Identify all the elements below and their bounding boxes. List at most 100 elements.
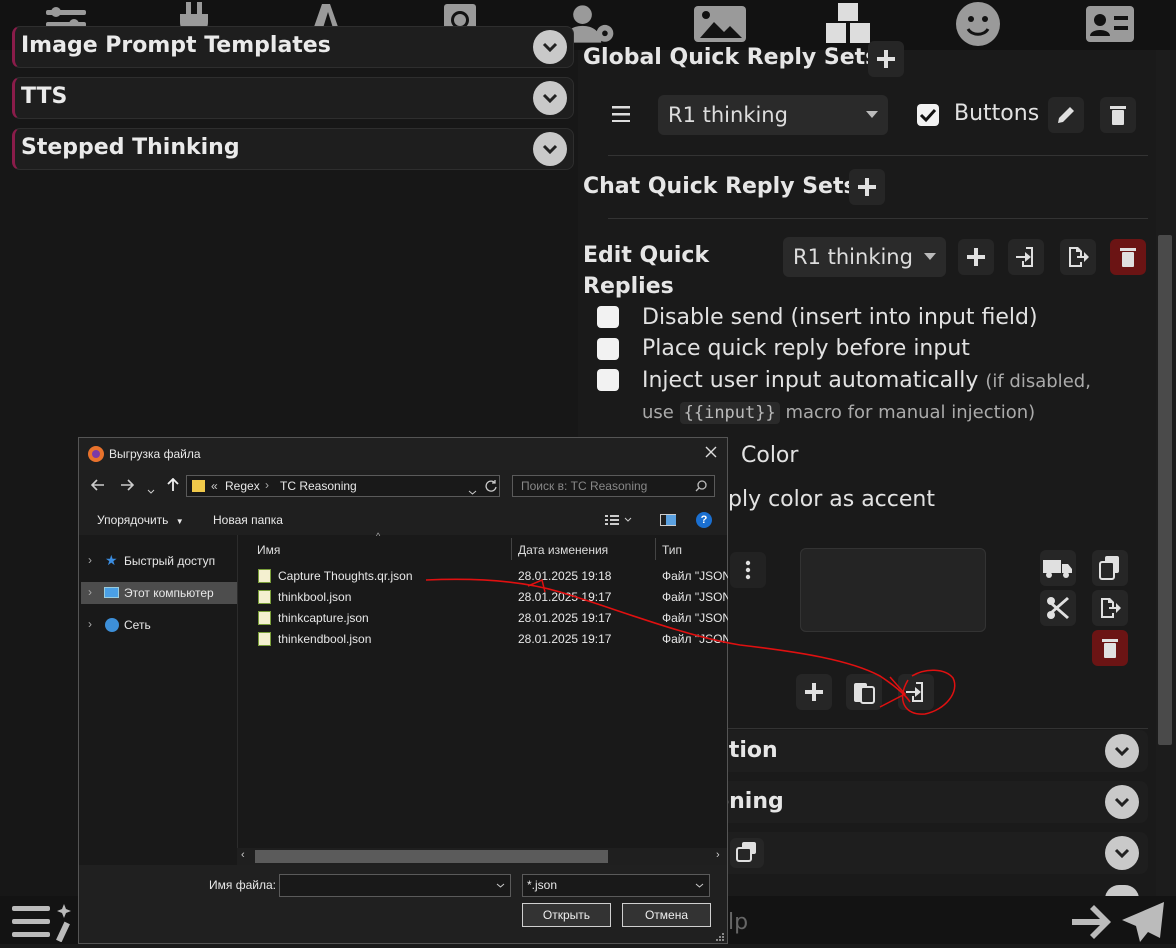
cut-entry-icon[interactable]: [1040, 590, 1076, 626]
add-quick-reply-button[interactable]: [796, 674, 832, 710]
file-row[interactable]: thinkcapture.json 28.01.2025 19:17 Файл …: [238, 608, 728, 629]
export-entry-icon[interactable]: [1092, 590, 1128, 626]
move-entry-icon[interactable]: [1040, 550, 1076, 586]
nav-item-this-pc[interactable]: › Этот компьютер: [81, 582, 237, 604]
drag-handle-icon[interactable]: [612, 106, 630, 126]
more-options-icon[interactable]: [730, 552, 766, 588]
drawer-stepped-thinking[interactable]: Stepped Thinking: [12, 128, 574, 170]
drawer-image-prompt-templates[interactable]: Image Prompt Templates: [12, 26, 574, 68]
firefox-icon: [88, 446, 104, 462]
edit-set-select[interactable]: R1 thinking: [783, 237, 946, 277]
up-arrow-icon[interactable]: [167, 477, 179, 495]
chevron-down-icon[interactable]: [1105, 785, 1139, 819]
smiley-icon[interactable]: [950, 2, 1006, 46]
file-type-filter[interactable]: *.json: [522, 874, 710, 897]
chevron-down-icon: ▼: [175, 517, 184, 526]
filename-input[interactable]: [279, 874, 511, 897]
resize-grip-icon[interactable]: [715, 931, 725, 941]
global-set-select[interactable]: R1 thinking: [658, 95, 888, 135]
inject-input-checkbox[interactable]: [597, 369, 619, 391]
expand-chevron-icon[interactable]: ›: [88, 553, 92, 567]
refresh-icon[interactable]: [485, 480, 497, 495]
cancel-button[interactable]: Отмена: [622, 903, 711, 927]
quick-reply-message-textarea[interactable]: [800, 548, 986, 632]
expand-chevron-icon[interactable]: ›: [88, 617, 92, 631]
drawer-tts[interactable]: TTS: [12, 77, 574, 119]
path-segment-tc-reasoning[interactable]: TC Reasoning: [280, 479, 357, 493]
nav-item-network[interactable]: › Сеть: [79, 614, 237, 636]
copy-icon: [730, 838, 764, 868]
inject-input-hint-line2: use {{input}} macro for manual injection…: [642, 402, 1035, 424]
export-set-button[interactable]: [1060, 239, 1096, 275]
column-header-date[interactable]: Дата изменения: [518, 543, 608, 557]
add-global-set-button[interactable]: [868, 41, 904, 77]
continue-arrow-icon[interactable]: [1070, 904, 1112, 944]
column-header-name[interactable]: Имя: [257, 543, 280, 557]
inject-input-label: Inject user input automatically (if disa…: [642, 368, 1091, 393]
file-type: Файл "JSON: [662, 569, 728, 583]
chevron-down-icon[interactable]: [533, 81, 567, 115]
column-divider[interactable]: [655, 538, 656, 560]
dialog-footer: Имя файла: *.json Открыть Отмена: [79, 865, 727, 943]
import-set-button[interactable]: [1008, 239, 1044, 275]
new-folder-button[interactable]: Новая папка: [213, 513, 283, 527]
edit-set-button[interactable]: [1048, 97, 1084, 133]
chevron-down-icon[interactable]: [1105, 836, 1139, 870]
send-icon[interactable]: [1120, 900, 1166, 948]
navigation-pane: › ★ Быстрый доступ › Этот компьютер › Се…: [79, 535, 237, 865]
input-macro-code: {{input}}: [679, 402, 780, 424]
help-icon[interactable]: ?: [696, 512, 712, 528]
horizontal-scrollbar-thumb[interactable]: [255, 850, 608, 863]
place-before-input-checkbox[interactable]: [597, 338, 619, 360]
file-date: 28.01.2025 19:17: [518, 632, 612, 646]
background-image-icon[interactable]: [692, 2, 748, 46]
paste-quick-reply-button[interactable]: [846, 674, 882, 710]
forward-arrow-icon[interactable]: [120, 479, 135, 494]
address-bar[interactable]: « Regex › TC Reasoning: [186, 475, 500, 497]
edit-quick-replies-title-line2: Replies: [583, 274, 674, 299]
path-overflow[interactable]: «: [211, 479, 218, 493]
scroll-right-icon[interactable]: ›: [716, 849, 720, 861]
back-arrow-icon[interactable]: [90, 479, 105, 494]
recent-chevron-icon[interactable]: [147, 483, 155, 497]
panel-scrollbar-thumb[interactable]: [1158, 235, 1172, 745]
address-dropdown-icon[interactable]: [468, 484, 477, 498]
search-input[interactable]: Поиск в: TC Reasoning: [512, 475, 715, 497]
close-icon[interactable]: [705, 446, 717, 461]
delete-set-button[interactable]: [1110, 239, 1146, 275]
horizontal-scrollbar[interactable]: ‹ ›: [237, 848, 727, 865]
organize-menu[interactable]: Упорядочить ▼: [97, 513, 184, 527]
view-options-icon[interactable]: [605, 514, 633, 528]
scroll-left-icon[interactable]: ‹: [241, 849, 245, 861]
column-divider[interactable]: [511, 538, 512, 560]
nav-item-quick-access[interactable]: › ★ Быстрый доступ: [79, 550, 237, 572]
file-row[interactable]: thinkbool.json 28.01.2025 19:17 Файл "JS…: [238, 587, 728, 608]
chevron-down-icon: [496, 883, 505, 888]
buttons-checkbox[interactable]: [917, 104, 939, 126]
expand-chevron-icon[interactable]: ›: [88, 585, 92, 599]
folder-icon: [192, 480, 205, 492]
file-row[interactable]: Capture Thoughts.qr.json 28.01.2025 19:1…: [238, 566, 728, 587]
chat-input-placeholder[interactable]: lp: [728, 910, 748, 935]
delete-entry-button[interactable]: [1092, 630, 1128, 666]
magic-wand-icon[interactable]: [56, 902, 80, 946]
options-menu-icon[interactable]: [12, 904, 52, 944]
open-button[interactable]: Открыть: [522, 903, 611, 927]
add-chat-set-button[interactable]: [849, 169, 885, 205]
import-quick-reply-button[interactable]: [898, 674, 934, 710]
chevron-down-icon[interactable]: [1105, 734, 1139, 768]
preview-pane-icon[interactable]: [660, 514, 676, 526]
disable-send-checkbox[interactable]: [597, 306, 619, 328]
chevron-down-icon[interactable]: [533, 132, 567, 166]
file-name: thinkbool.json: [278, 590, 352, 604]
copy-entry-icon[interactable]: [1092, 550, 1128, 586]
character-card-icon[interactable]: [1082, 2, 1138, 46]
column-header-type[interactable]: Тип: [662, 543, 682, 557]
delete-global-set-button[interactable]: [1100, 97, 1136, 133]
chevron-down-icon[interactable]: [533, 30, 567, 64]
path-segment-regex[interactable]: Regex: [225, 479, 260, 493]
extensions-cubes-icon[interactable]: [820, 2, 876, 46]
nav-label: Этот компьютер: [124, 586, 214, 600]
add-set-button[interactable]: [958, 239, 994, 275]
file-row[interactable]: thinkendbool.json 28.01.2025 19:17 Файл …: [238, 629, 728, 650]
